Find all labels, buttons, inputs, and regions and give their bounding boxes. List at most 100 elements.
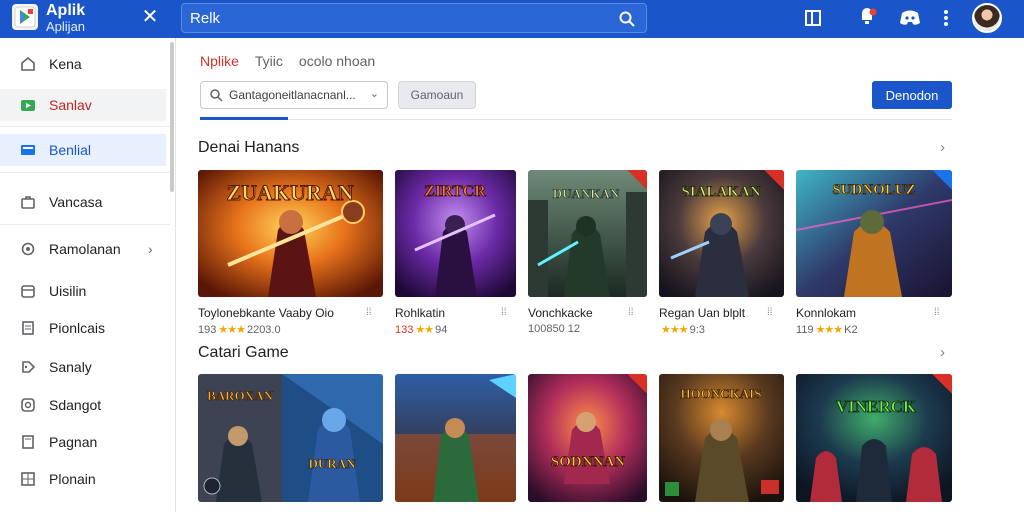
app-artwork: SODNNAN	[528, 374, 647, 502]
more-icon[interactable]: ⁞⁞	[628, 307, 634, 318]
notification-icon[interactable]	[857, 7, 879, 29]
sidebar-item-sanaly[interactable]: Sanaly	[0, 351, 166, 383]
app-artwork: SIALAKAN	[659, 170, 784, 297]
sidebar-item-pionlcais[interactable]: Pionlcais	[0, 312, 166, 344]
app-card[interactable]: HOONCKAIS	[659, 374, 784, 504]
app-card[interactable]: ZIRTCR Rohlkatin ⁞⁞ 133 ★★ 94	[395, 170, 516, 336]
app-logo-icon[interactable]	[12, 4, 38, 30]
sidebar-item-label: Pionlcais	[49, 320, 106, 336]
app-card[interactable]: SUDNOLUZ Konnlokam ⁞⁞ 119 ★★★ K2	[796, 170, 952, 336]
tab-ocolo-nhoan[interactable]: ocolo nhoan	[299, 53, 375, 69]
sidebar-item-label: Plonain	[49, 471, 96, 487]
more-icon[interactable]: ⁞⁞	[366, 307, 372, 318]
art-title: HOONCKAIS	[681, 386, 762, 401]
rating-count: 133	[395, 324, 414, 336]
sidebar-item-books[interactable]: Benlial	[0, 134, 166, 166]
art-title: VINERCK	[836, 397, 917, 416]
app-title: Konnlokam	[796, 306, 857, 320]
discord-icon[interactable]	[899, 7, 921, 29]
more-vert-icon[interactable]	[935, 7, 957, 29]
sidebar-item-plonain[interactable]: Plonain	[0, 463, 166, 495]
score: 12	[567, 323, 581, 335]
sidebar-scrollbar[interactable]	[170, 42, 174, 192]
sidebar-item-apps[interactable]: Sanlav	[0, 89, 166, 121]
sidebar-item-label: Uisilin	[49, 283, 87, 299]
score: 9:3	[689, 324, 705, 336]
sidebar-item-label: Benlial	[49, 142, 92, 158]
chevron-down-icon: ⌄	[369, 88, 379, 100]
app-card[interactable]: VINERCK	[796, 374, 952, 504]
more-icon[interactable]: ⁞⁞	[934, 307, 940, 318]
sidebar-item-home[interactable]: Kena	[0, 48, 166, 80]
art-subtitle: DURAN	[309, 456, 357, 471]
app-card[interactable]: BAROXAN DURAN	[198, 374, 383, 504]
close-icon[interactable]: ✕	[138, 6, 162, 30]
app-title-text: Aplik	[46, 2, 86, 19]
document-icon	[20, 320, 36, 336]
sidebar-item-ramolanan[interactable]: Ramolanan ›	[0, 233, 166, 265]
briefcase-icon	[20, 194, 36, 210]
community-button[interactable]: Gamoaun	[398, 81, 476, 109]
sidebar-item-vancasa[interactable]: Vancasa	[0, 186, 166, 218]
rating-count: 100850	[528, 323, 565, 335]
app-rating: 100850 12	[528, 323, 580, 335]
app-card[interactable]: SIALAKAN Regan Uan blplt ⁞⁞ ★★★ 9:3	[659, 170, 784, 336]
sidebar-item-label: Vancasa	[49, 194, 103, 210]
more-icon[interactable]: ⁞⁞	[767, 307, 773, 318]
art-title: SIALAKAN	[681, 184, 760, 200]
art-title: ZUAKURAN	[226, 180, 353, 205]
chevron-right-icon[interactable]: ›	[940, 139, 945, 156]
more-icon[interactable]: ⁞⁞	[501, 307, 507, 318]
score: 94	[435, 324, 448, 336]
primary-action-button[interactable]: Denodon	[872, 81, 952, 109]
sidebar-item-sdangot[interactable]: Sdangot	[0, 389, 166, 421]
app-artwork: ZUAKURAN	[198, 170, 383, 297]
app-title: Regan Uan blplt	[659, 306, 746, 320]
score: K2	[844, 324, 858, 336]
rating-count: 119	[796, 324, 814, 336]
sidebar-divider	[0, 126, 170, 127]
page-icon	[20, 434, 36, 450]
avatar[interactable]	[972, 3, 1002, 33]
search-bar[interactable]	[181, 3, 647, 33]
chevron-right-icon: ›	[148, 241, 153, 257]
box-icon	[20, 283, 36, 299]
art-title: SUDNOLUZ	[832, 182, 915, 198]
category-icon	[20, 241, 36, 257]
app-card[interactable]: ZUAKURAN Toylonebkante Vaaby Oio ⁞⁞ 193 ★…	[198, 170, 383, 336]
search-icon[interactable]	[618, 10, 636, 28]
search-input[interactable]	[190, 9, 610, 27]
rating-count: 193	[198, 324, 217, 336]
app-artwork: ZIRTCR	[395, 170, 516, 297]
sidebar-item-pagnan[interactable]: Pagnan	[0, 426, 166, 458]
app-artwork: VINERCK	[796, 374, 952, 502]
sidebar-divider	[0, 172, 170, 173]
score: 2203.0	[246, 324, 281, 336]
star-rating-icon: ★★	[415, 324, 434, 336]
app-card[interactable]: SODNNAN	[528, 374, 647, 504]
tab-nplike[interactable]: Nplike	[200, 53, 239, 69]
layout-icon[interactable]	[802, 7, 824, 29]
tab-underline-track	[200, 119, 952, 120]
play-store-icon	[20, 97, 36, 113]
sidebar-item-label: Sdangot	[49, 397, 102, 413]
sidebar-item-uisilin[interactable]: Uisilin	[0, 275, 166, 307]
chevron-right-icon[interactable]: ›	[940, 344, 945, 361]
tab-tyiic[interactable]: Tyiic	[255, 53, 283, 69]
sidebar-item-label: Kena	[49, 56, 82, 72]
app-artwork: SUDNOLUZ	[796, 170, 952, 297]
book-icon	[20, 142, 36, 158]
app-title: Toylonebkante Vaaby Oio	[198, 306, 334, 320]
tag-icon	[20, 359, 36, 375]
app-title: Aplik Aplijan	[46, 2, 86, 34]
app-subtitle-text: Aplijan	[46, 19, 86, 34]
badge-ribbon	[619, 170, 647, 198]
app-card[interactable]	[395, 374, 516, 504]
app-rating: 133 ★★ 94	[395, 323, 447, 336]
category-filter-select[interactable]: Gantagoneitlanacnanl... ⌄	[200, 81, 388, 109]
star-rating-icon: ★★★	[661, 324, 689, 336]
app-artwork: HOONCKAIS	[659, 374, 784, 502]
top-app-bar: Aplik Aplijan ✕	[0, 0, 1024, 38]
app-card[interactable]: DUANKAN Vonchkacke ⁞⁞ 100850 12	[528, 170, 647, 335]
refresh-icon	[20, 397, 36, 413]
